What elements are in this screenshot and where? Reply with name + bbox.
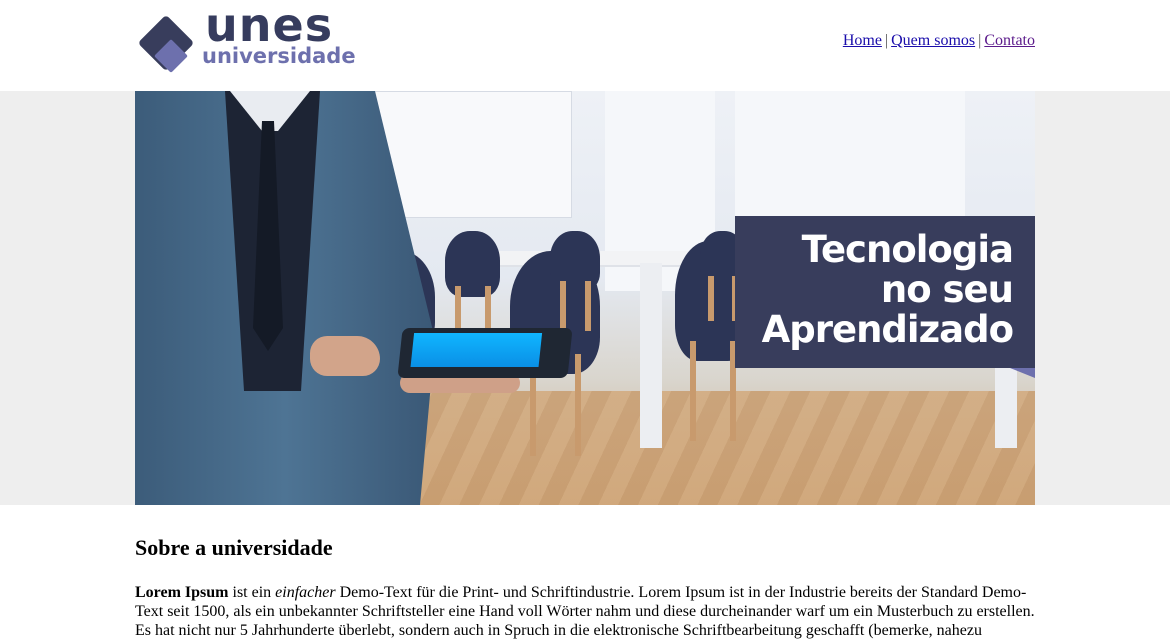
tablet-screen xyxy=(410,333,543,367)
headline-accent-shape xyxy=(1010,368,1035,378)
hero-headline-line-2: no seu xyxy=(880,268,1014,311)
para-bold-term: Lorem Ipsum xyxy=(135,584,229,601)
main-content: Sobre a universidade Lorem Ipsum ist ein… xyxy=(135,505,1035,640)
hero-banner-image: Tecnologia no seu Aprendizado xyxy=(135,91,1035,505)
logo-wordmark: unes xyxy=(205,0,334,52)
hero-band: Tecnologia no seu Aprendizado xyxy=(0,91,1170,505)
para-italic-term: einfacher xyxy=(275,584,336,601)
nav-link-quem-somos[interactable]: Quem somos xyxy=(891,32,975,49)
tablet-device xyxy=(397,328,573,378)
nav-separator: | xyxy=(978,32,982,49)
nav-link-contato[interactable]: Contato xyxy=(984,32,1035,49)
table-leg xyxy=(640,263,662,448)
nav-link-home[interactable]: Home xyxy=(843,32,882,49)
hero-headline-line-1: Tecnologia xyxy=(801,228,1014,271)
site-header: unes universidade Home | Quem somos | Contat… xyxy=(0,0,1170,91)
hero-headline-line-3: Aprendizado xyxy=(761,308,1014,351)
main-nav: Home | Quem somos | Contato xyxy=(843,32,1035,50)
nav-separator: | xyxy=(884,32,889,49)
para-text: ist ein xyxy=(228,584,276,601)
person-hand xyxy=(310,336,380,376)
about-paragraph: Lorem Ipsum ist ein einfacher Demo-Text … xyxy=(135,583,1035,640)
diamond-logo-icon xyxy=(139,16,193,73)
hero-headline-box: Tecnologia no seu Aprendizado xyxy=(735,216,1035,368)
hero-headline: Tecnologia no seu Aprendizado xyxy=(761,228,1014,351)
chair xyxy=(445,231,500,341)
site-logo[interactable]: unes universidade xyxy=(135,2,356,73)
chair xyxy=(550,231,600,331)
logo-subtitle: universidade xyxy=(202,44,356,68)
section-heading: Sobre a universidade xyxy=(135,535,333,560)
